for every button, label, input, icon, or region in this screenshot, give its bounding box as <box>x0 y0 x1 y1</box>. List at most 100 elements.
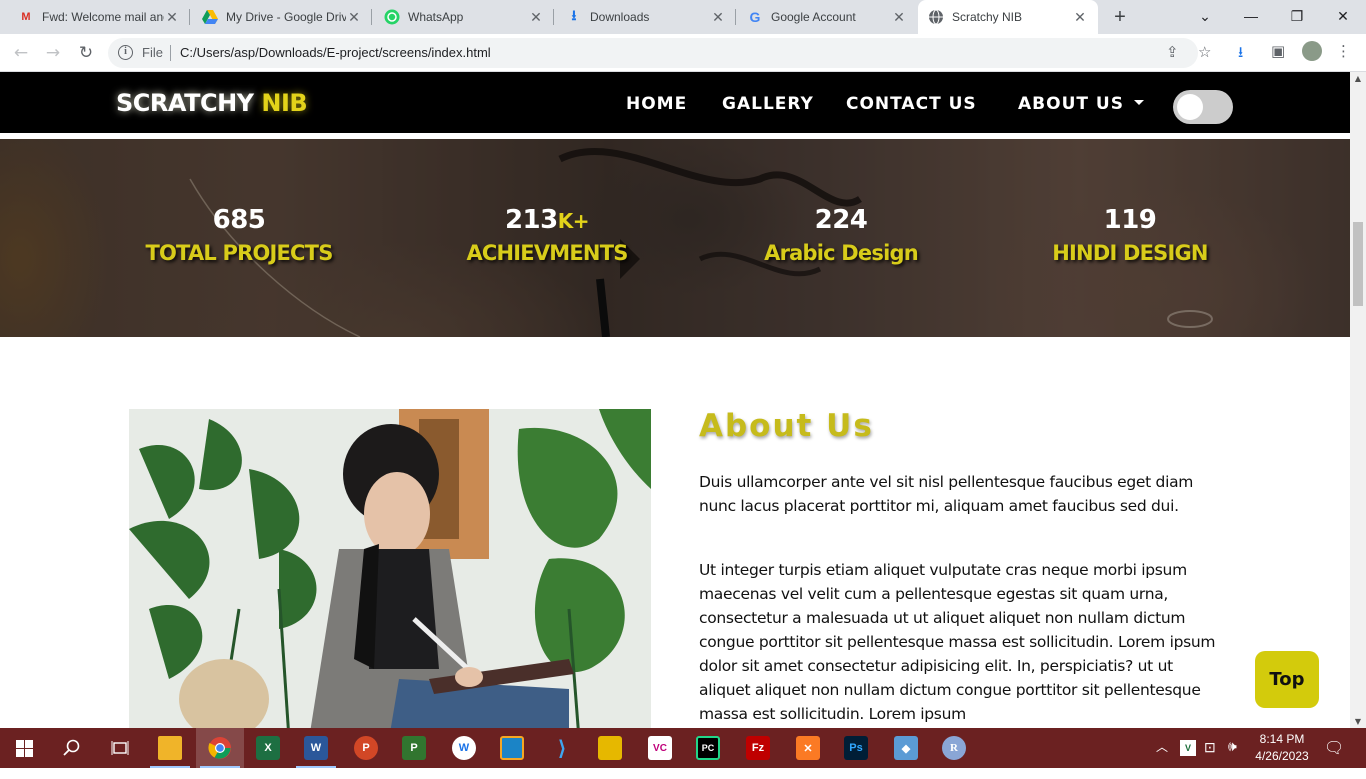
brand-logo[interactable]: SCRATCHY NIB <box>116 89 308 117</box>
restore-button[interactable]: ❐ <box>1274 0 1320 34</box>
nav-gallery-link[interactable]: GALLERY <box>722 94 814 114</box>
tab-search-icon[interactable]: ⌄ <box>1182 0 1228 34</box>
browser-tab-strip: M Fwd: Welcome mail and ✕ My Drive - Goo… <box>0 0 1366 34</box>
tab-title: Fwd: Welcome mail and <box>42 10 164 24</box>
gmail-icon: M <box>21 11 31 23</box>
nav-home-link[interactable]: HOME <box>626 94 687 114</box>
tab-title: WhatsApp <box>408 10 464 24</box>
tab-google-drive[interactable]: My Drive - Google Drive ✕ <box>192 0 372 34</box>
stat-number: 119 <box>990 205 1270 235</box>
stat-label: Arabic Design <box>764 241 919 265</box>
project-icon[interactable]: P <box>390 728 438 768</box>
close-tab-icon[interactable]: ✕ <box>710 9 726 26</box>
tab-google-account[interactable]: G Google Account ✕ <box>737 0 917 34</box>
info-icon[interactable]: i <box>118 45 133 60</box>
page-viewport: SCRATCHY NIB HOME GALLERY CONTACT US ABO… <box>0 72 1350 728</box>
stat-number: 224 <box>701 205 981 235</box>
about-paragraph-1: Duis ullamcorper ante vel sit nisl pelle… <box>699 473 1194 515</box>
theme-toggle[interactable] <box>1173 90 1233 124</box>
download-icon[interactable]: ⭳ <box>1238 42 1243 67</box>
stat-value: 685 <box>212 205 266 235</box>
clock-date: 4/26/2023 <box>1255 749 1309 763</box>
tray-chevron-up-icon[interactable]: ︿ <box>1156 738 1168 778</box>
address-separator <box>170 45 171 61</box>
bookmark-star-icon[interactable]: ☆ <box>1198 43 1211 61</box>
nav-contact-link[interactable]: CONTACT US <box>846 94 977 114</box>
clock-time: 8:14 PM <box>1259 732 1305 746</box>
stat-label: HINDI DESIGN <box>1052 241 1208 265</box>
virtualbox-icon[interactable] <box>488 728 536 768</box>
start-windows-icon[interactable] <box>0 728 48 768</box>
tab-scratchy-nib[interactable]: Scratchy NIB ✕ <box>918 0 1098 34</box>
close-tab-icon[interactable]: ✕ <box>164 9 180 26</box>
stat-total-projects: 685 TOTAL PROJECTS <box>99 205 379 265</box>
new-tab-button[interactable]: + <box>1108 5 1132 29</box>
forward-arrow-icon[interactable]: → <box>41 41 65 65</box>
app-icon[interactable] <box>586 728 634 768</box>
back-arrow-icon[interactable]: ← <box>9 41 33 65</box>
tab-downloads[interactable]: ⭳ Downloads ✕ <box>556 0 736 34</box>
google-icon: G <box>749 9 761 25</box>
share-icon[interactable]: ⇪ <box>1166 43 1179 61</box>
page-scrollbar[interactable]: ▲ ▼ <box>1350 72 1366 728</box>
task-view-icon[interactable] <box>96 728 144 768</box>
r-icon[interactable]: R <box>930 728 978 768</box>
file-explorer-icon[interactable] <box>146 728 194 768</box>
close-tab-icon[interactable]: ✕ <box>528 9 544 26</box>
network-icon[interactable]: ⊡ <box>1204 739 1216 779</box>
scroll-down-arrow-icon[interactable]: ▼ <box>1350 717 1366 726</box>
artist-drawing-image <box>129 409 651 728</box>
tab-title: Google Account <box>771 10 856 24</box>
chrome-icon[interactable] <box>196 728 244 768</box>
close-tab-icon[interactable]: ✕ <box>346 9 362 26</box>
close-window-button[interactable]: ✕ <box>1320 0 1366 34</box>
tab-gmail[interactable]: M Fwd: Welcome mail and ✕ <box>8 0 190 34</box>
vscode-icon[interactable]: ⟩ <box>538 728 586 768</box>
scrollbar-thumb[interactable] <box>1353 222 1363 306</box>
tab-title: My Drive - Google Drive <box>226 10 346 24</box>
reload-icon[interactable]: ↻ <box>74 41 98 65</box>
menu-kebab-icon[interactable]: ⋮ <box>1336 42 1351 60</box>
stat-value: 213 <box>504 205 558 235</box>
excel-icon[interactable]: X <box>244 728 292 768</box>
scheme-label: File <box>142 45 163 60</box>
browser-toolbar: ← → ↻ i File C:/Users/asp/Downloads/E-pr… <box>0 34 1366 72</box>
search-icon[interactable] <box>48 728 96 768</box>
word-icon[interactable]: W <box>292 728 340 768</box>
side-panel-icon[interactable]: ▣ <box>1271 42 1285 60</box>
stat-value: 224 <box>814 205 868 235</box>
stat-value: 119 <box>1103 205 1157 235</box>
back-to-top-button[interactable]: Top <box>1255 651 1319 708</box>
tab-whatsapp[interactable]: WhatsApp ✕ <box>374 0 554 34</box>
minimize-button[interactable]: — <box>1228 0 1274 34</box>
system-clock[interactable]: 8:14 PM 4/26/2023 <box>1250 731 1314 765</box>
app-icon[interactable]: W <box>440 728 488 768</box>
xampp-icon[interactable]: ✕ <box>784 728 832 768</box>
url-text[interactable]: C:/Users/asp/Downloads/E-project/screens… <box>180 45 491 60</box>
vc-icon[interactable]: VC <box>636 728 684 768</box>
about-paragraph-2: Ut integer turpis etiam aliquet vulputat… <box>699 561 1216 723</box>
google-drive-icon <box>202 9 218 25</box>
tray-app-icon[interactable]: V <box>1180 740 1196 756</box>
pycharm-icon[interactable]: PC <box>684 728 732 768</box>
site-navbar: SCRATCHY NIB HOME GALLERY CONTACT US ABO… <box>0 72 1350 136</box>
stat-hindi-design: 119 HINDI DESIGN <box>990 205 1270 265</box>
filezilla-icon[interactable]: Fz <box>734 728 782 768</box>
photoshop-icon[interactable]: Ps <box>832 728 880 768</box>
tab-separator <box>553 9 554 25</box>
powerpoint-icon[interactable]: P <box>342 728 390 768</box>
address-bar[interactable]: i File C:/Users/asp/Downloads/E-project/… <box>108 38 1211 68</box>
volume-icon[interactable]: 🕪 <box>1228 738 1237 778</box>
close-tab-icon[interactable]: ✕ <box>1072 9 1088 26</box>
about-photo <box>129 409 651 728</box>
close-tab-icon[interactable]: ✕ <box>891 9 907 26</box>
about-heading: About Us <box>699 408 874 444</box>
tab-separator <box>735 9 736 25</box>
stat-label: ACHIEVMENTS <box>466 241 628 265</box>
stat-achievements: 213K+ ACHIEVMENTS <box>407 205 687 265</box>
scroll-up-arrow-icon[interactable]: ▲ <box>1350 74 1366 83</box>
avatar[interactable] <box>1302 41 1322 61</box>
3d-box-icon[interactable]: ◆ <box>882 728 930 768</box>
nav-about-dropdown[interactable]: ABOUT US <box>1018 94 1124 114</box>
notifications-icon[interactable]: 🗨 <box>1324 738 1344 778</box>
